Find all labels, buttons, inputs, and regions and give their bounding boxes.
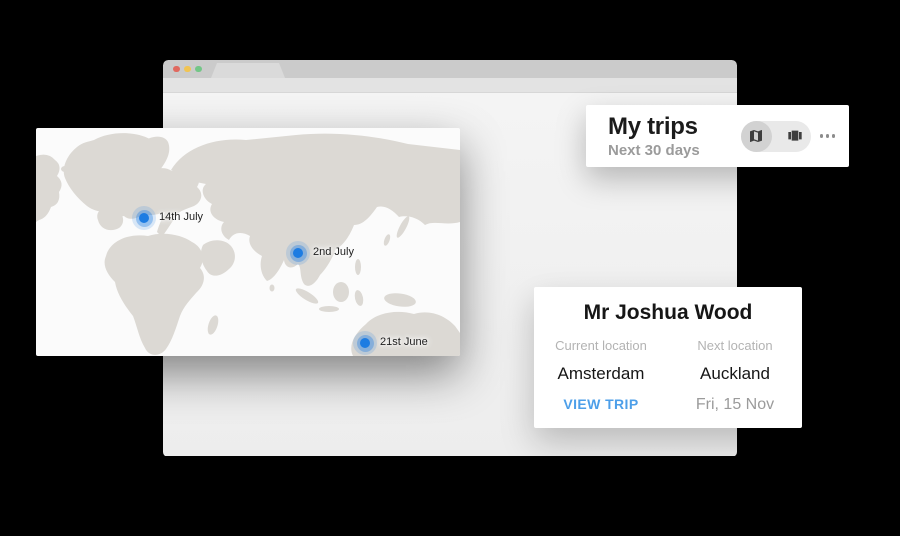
view-toggle [741,121,811,152]
traffic-lights [173,60,202,78]
fullscreen-button[interactable] [195,66,202,73]
page-subtitle: Next 30 days [608,143,700,158]
next-location-column: Next location Auckland Fri, 15 Nov [668,338,802,414]
more-options-button[interactable] [818,130,838,142]
trip-card: Mr Joshua Wood Current location Amsterda… [534,287,802,428]
map-icon [748,128,764,144]
trip-marker-label: 14th July [159,211,203,223]
browser-tab[interactable] [211,63,285,78]
page-title: My trips [608,115,700,139]
current-location-label: Current location [534,338,668,353]
card-view-button[interactable] [780,121,811,152]
browser-toolbar [163,78,737,93]
next-location-label: Next location [668,338,802,353]
current-location-value: Amsterdam [534,364,668,384]
trip-marker-label: 2nd July [313,246,354,258]
current-location-column: Current location Amsterdam VIEW TRIP [534,338,668,414]
next-location-value: Auckland [668,364,802,384]
minimize-button[interactable] [184,66,191,73]
marker-dot-icon [139,213,149,223]
trip-marker-label: 21st June [380,336,428,348]
world-map [36,128,460,356]
header-controls [741,121,838,152]
ellipsis-icon [820,134,824,138]
page-background: { "page": { "background": "#000000" }, "… [0,0,900,536]
close-button[interactable] [173,66,180,73]
map-view-button[interactable] [741,121,772,152]
my-trips-header-card: My trips Next 30 days [586,105,849,167]
trip-date: Fri, 15 Nov [668,396,802,414]
traveler-name: Mr Joshua Wood [534,301,802,325]
view-trip-link[interactable]: VIEW TRIP [563,396,638,412]
marker-dot-icon [293,248,303,258]
world-map-panel: 14th July 2nd July 21st June [36,128,460,356]
carousel-icon [787,128,803,144]
marker-dot-icon [360,338,370,348]
browser-titlebar[interactable] [163,60,737,78]
